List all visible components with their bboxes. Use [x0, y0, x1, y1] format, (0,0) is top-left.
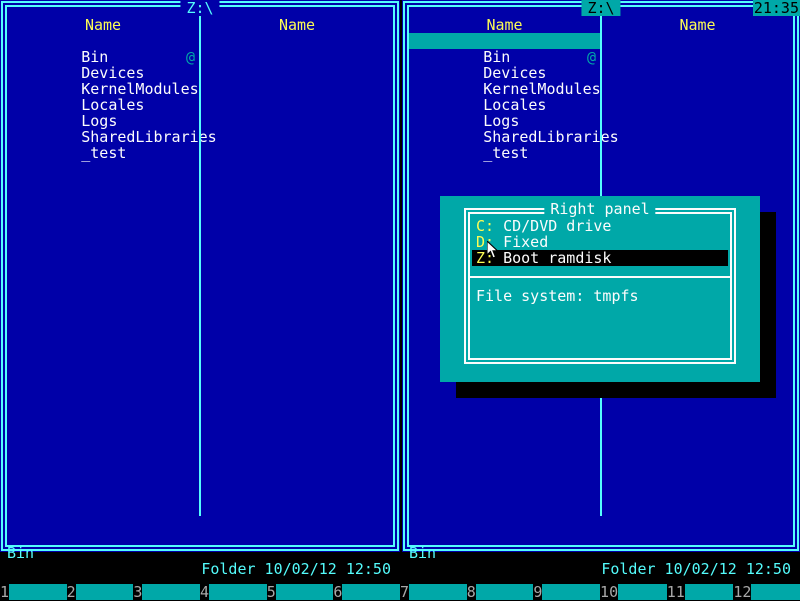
fkey-number: 5: [266, 583, 276, 601]
fkey-number: 1: [0, 583, 10, 601]
fkey-label[interactable]: [9, 584, 67, 600]
fkey-number: 4: [200, 583, 210, 601]
dialog-separator: [468, 276, 732, 278]
fkey-6[interactable]: 6: [333, 583, 401, 601]
panel-title-left[interactable]: Z:\: [180, 0, 220, 16]
fkey-label[interactable]: [542, 584, 601, 600]
fkey-number: 11: [666, 583, 685, 601]
panel-title-right[interactable]: Z:\: [581, 0, 621, 16]
column-divider-left: [199, 16, 201, 516]
drive-item-z[interactable]: Z: Boot ramdisk: [472, 250, 728, 266]
dialog-title: Right panel: [544, 201, 656, 217]
list-item[interactable]: Locales: [7, 81, 199, 113]
drive-select-dialog[interactable]: Right panel C: CD/DVD drive D: Fixed Z: …: [440, 196, 760, 382]
fkey-label[interactable]: [618, 584, 667, 600]
list-item[interactable]: SharedLibraries: [7, 113, 216, 145]
fkey-number: 8: [466, 583, 476, 601]
status-bar-left: Bin Folder 10/02/12 12:50: [7, 529, 393, 577]
column-header-name-right-2[interactable]: Name: [602, 17, 793, 33]
column-header-name-right-1[interactable]: Name: [409, 17, 600, 33]
fkey-label[interactable]: [75, 584, 134, 600]
drive-list[interactable]: C: CD/DVD drive D: Fixed Z: Boot ramdisk: [472, 218, 728, 266]
fkey-9[interactable]: 9: [533, 583, 601, 601]
list-item[interactable]: Devices @: [409, 48, 600, 81]
drive-label-spacer: [494, 249, 503, 267]
terminal-screen: Z:\ Name Name Bin Devices @ KernelModule…: [0, 0, 800, 600]
status-file-name: Bin: [7, 544, 35, 562]
fkey-5[interactable]: 5: [266, 583, 334, 601]
list-item[interactable]: Bin: [7, 33, 199, 65]
fkey-number: 3: [133, 583, 143, 601]
drive-letter: Z:: [476, 249, 495, 267]
list-item[interactable]: _test: [409, 129, 600, 161]
fkey-label[interactable]: [142, 584, 201, 600]
fkey-7[interactable]: 7: [400, 584, 467, 600]
fkey-number: 2: [66, 583, 76, 601]
list-item[interactable]: Logs: [7, 97, 199, 129]
drive-item-d[interactable]: D: Fixed: [472, 234, 728, 250]
column-header-name-left-1[interactable]: Name: [7, 17, 199, 33]
file-name: _test: [483, 144, 529, 162]
fkey-label[interactable]: [751, 584, 800, 600]
status-file-name: Bin: [409, 544, 437, 562]
fkey-4[interactable]: 4: [200, 584, 267, 600]
fkey-8[interactable]: 8: [466, 583, 534, 601]
fkey-1[interactable]: 1: [0, 584, 67, 600]
fkey-label[interactable]: [275, 584, 334, 600]
file-name: _test: [81, 144, 127, 162]
fkey-3[interactable]: 3: [133, 583, 201, 601]
fkey-label[interactable]: [409, 584, 467, 600]
symlink-icon: @: [586, 48, 596, 66]
status-file-info: Folder 10/02/12 12:50: [201, 560, 391, 578]
list-item[interactable]: Bin: [409, 33, 600, 65]
fkey-number: 10: [600, 583, 619, 601]
dialog-filesystem-info: File system: tmpfs: [476, 287, 639, 305]
fkey-number: 9: [533, 583, 543, 601]
file-panel-left[interactable]: Z:\ Name Name Bin Devices @ KernelModule…: [0, 0, 400, 577]
list-item[interactable]: Devices @: [7, 48, 199, 81]
list-item[interactable]: KernelModules: [409, 65, 600, 97]
fkey-label[interactable]: [209, 584, 267, 600]
fkey-10[interactable]: 10: [600, 584, 667, 600]
file-list-left[interactable]: Bin Devices @ KernelModules Locales Logs…: [7, 33, 216, 161]
fkey-label[interactable]: [342, 584, 401, 600]
list-item[interactable]: KernelModules: [7, 65, 199, 97]
fkey-label[interactable]: [684, 584, 734, 600]
function-key-bar[interactable]: 1 2 3 4 5 6 7 8 9 10 11 12: [0, 584, 800, 600]
symlink-icon: @: [185, 48, 195, 66]
column-header-name-left-2[interactable]: Name: [201, 17, 393, 33]
file-list-right[interactable]: Bin Devices @ KernelModules Locales Logs…: [409, 33, 619, 161]
list-item[interactable]: Locales: [409, 81, 600, 113]
list-item[interactable]: Logs: [409, 97, 600, 129]
clock: 21:35: [752, 0, 800, 17]
drive-label: Boot ramdisk: [503, 249, 612, 267]
fkey-12[interactable]: 12: [733, 584, 800, 600]
fkey-2[interactable]: 2: [66, 583, 134, 601]
status-file-info: Folder 10/02/12 12:50: [601, 560, 791, 578]
drive-item-c[interactable]: C: CD/DVD drive: [472, 218, 728, 234]
fkey-label[interactable]: [475, 584, 534, 600]
status-bar-right: Bin Folder 10/02/12 12:50: [409, 529, 793, 577]
fkey-11[interactable]: 11: [666, 583, 734, 601]
fkey-number: 6: [333, 583, 343, 601]
list-item[interactable]: SharedLibraries: [409, 113, 618, 145]
fkey-number: 12: [733, 583, 752, 601]
fkey-number: 7: [400, 583, 410, 601]
list-item[interactable]: _test: [7, 129, 199, 161]
